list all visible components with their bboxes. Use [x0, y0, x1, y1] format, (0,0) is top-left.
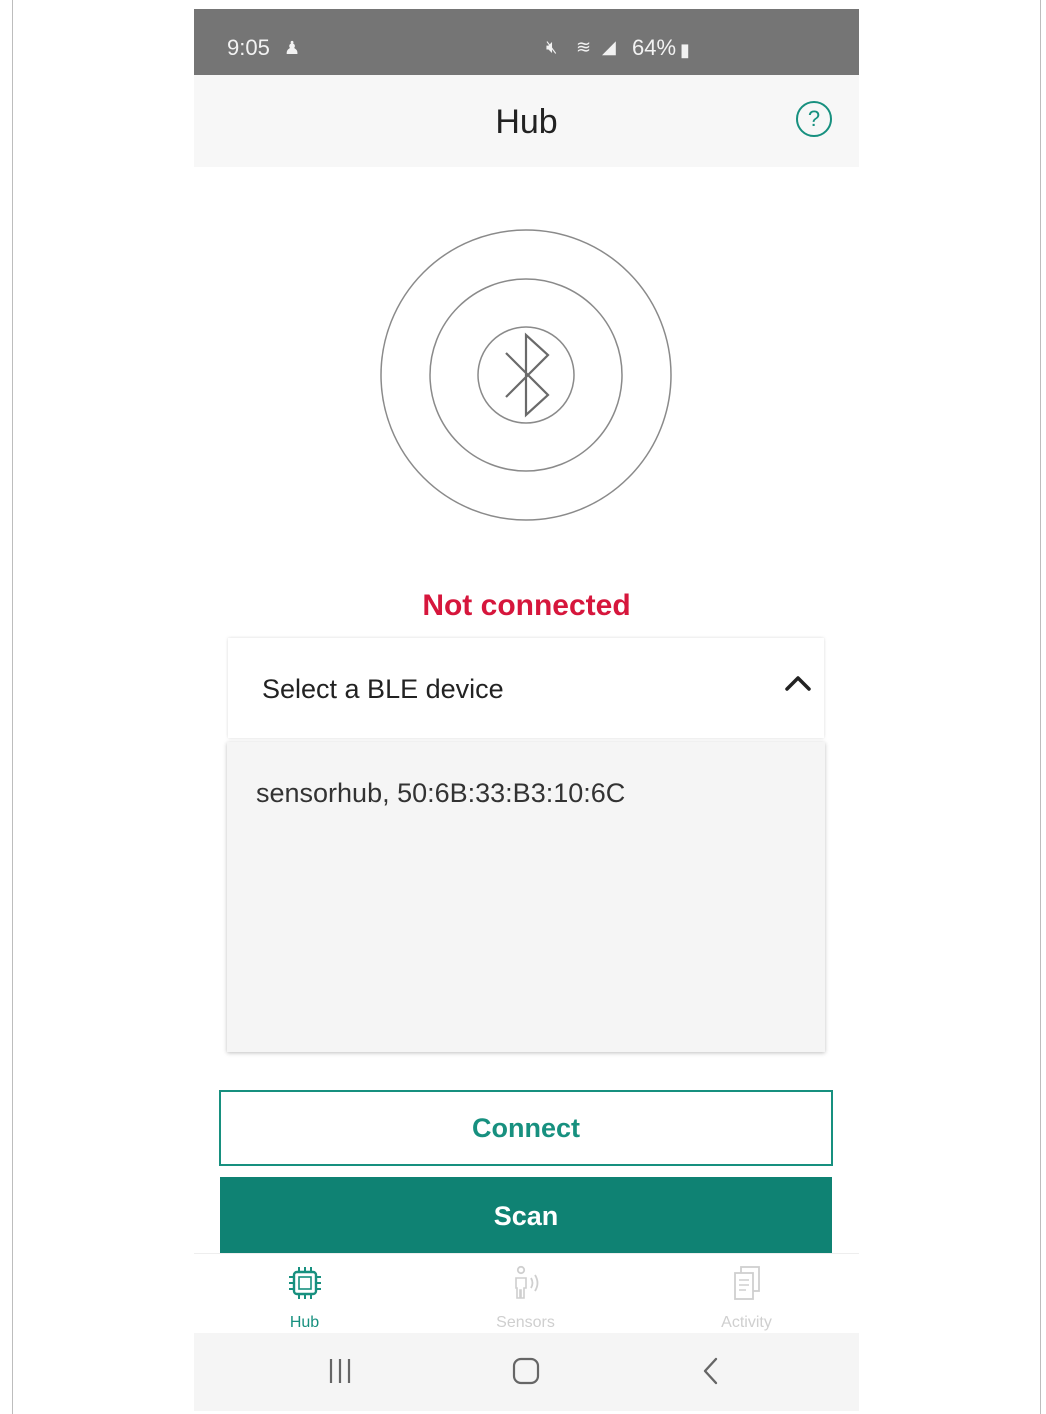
nav-label-hub: Hub [289, 1314, 320, 1331]
page-title: Hub [495, 103, 558, 141]
connection-status: Not connected [422, 589, 631, 622]
wifi-icon: ≋ [576, 37, 592, 57]
documents-icon [734, 1266, 760, 1300]
nav-label-activity: Activity [721, 1314, 772, 1331]
cell-signal-icon: ◢ [602, 37, 616, 57]
app-bar: Hub ? [194, 75, 859, 167]
select-label: Select a BLE device [262, 674, 504, 704]
status-time: 9:05 [227, 35, 270, 60]
frame-line-right [1040, 0, 1041, 1414]
back-icon[interactable] [692, 1351, 732, 1391]
system-navigation-bar [194, 1333, 859, 1411]
phone-screen: 9:05 ♟ 🔇︎ ≋ ◢ 64% ▮ Hub ? Not connected … [194, 9, 859, 1411]
nav-item-activity[interactable]: Activity [636, 1254, 857, 1334]
connect-button[interactable]: Connect [219, 1090, 833, 1166]
nav-item-hub[interactable]: Hub [194, 1254, 415, 1334]
status-bar: 9:05 ♟ 🔇︎ ≋ ◢ 64% ▮ [194, 9, 859, 75]
chip-icon [289, 1267, 321, 1299]
battery-icon: ▮ [680, 40, 690, 60]
bluetooth-rings-graphic [380, 229, 672, 521]
notification-icon: ♟ [284, 38, 301, 58]
recent-apps-icon[interactable] [320, 1351, 360, 1391]
home-icon[interactable] [506, 1351, 546, 1391]
battery-percent: 64% [632, 35, 677, 60]
help-icon[interactable]: ? [796, 101, 832, 137]
device-dropdown-list: sensorhub, 50:6B:33:B3:10:6C [227, 742, 825, 1052]
ble-device-select[interactable]: Select a BLE device [228, 638, 824, 738]
scan-button[interactable]: Scan [220, 1177, 832, 1253]
mute-icon: 🔇︎ [546, 37, 558, 57]
person-signal-icon [515, 1265, 539, 1299]
nav-item-sensors[interactable]: Sensors [415, 1254, 636, 1334]
device-option-label: sensorhub, 50:6B:33:B3:10:6C [256, 778, 626, 808]
bluetooth-icon [505, 332, 550, 418]
bottom-navigation: Hub Sensors Activity [194, 1253, 859, 1334]
chevron-up-icon[interactable] [784, 673, 812, 693]
frame-line-left [12, 0, 13, 1414]
nav-label-sensors: Sensors [496, 1314, 555, 1331]
device-option[interactable]: sensorhub, 50:6B:33:B3:10:6C [227, 742, 825, 842]
